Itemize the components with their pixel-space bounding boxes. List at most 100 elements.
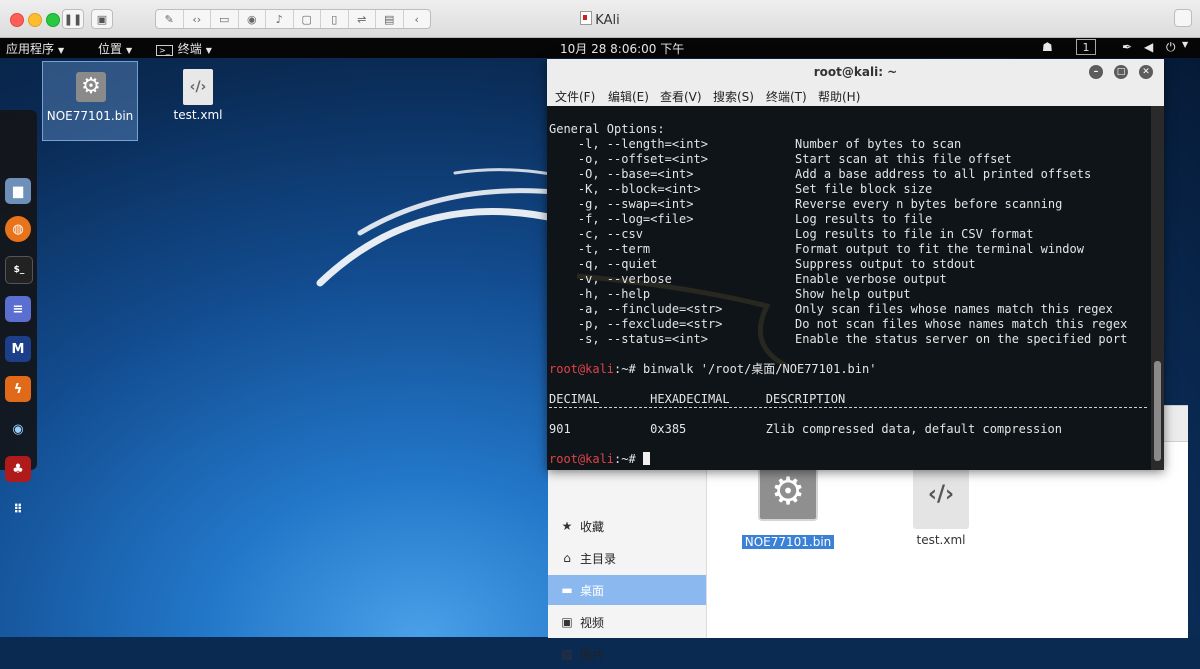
sidebar-item-desktop[interactable]: ▬ 桌面: [548, 575, 706, 605]
volume-icon[interactable]: ◀: [1144, 40, 1153, 54]
fullscreen-button[interactable]: [1174, 9, 1192, 27]
option-description: Add a base address to all printed offset…: [795, 167, 1092, 181]
vm-title: KAli: [0, 11, 1200, 28]
option-description: Log results to file in CSV format: [795, 227, 1034, 241]
option-line: -o, --offset=<int> Start scan at this fil…: [549, 152, 1012, 167]
option-description: Log results to file: [795, 212, 933, 226]
desktop-file-xml[interactable]: ‹/› test.xml: [150, 61, 246, 141]
terminal-prompt-line: root@kali:~# binwalk '/root/桌面/NOE77101.…: [549, 362, 877, 376]
chevron-down-icon: ▼: [58, 46, 65, 55]
terminal-titlebar: root@kali: ~ – □ ✕: [547, 59, 1164, 85]
option-description: Show help output: [795, 287, 911, 301]
option-line: -s, --status=<int> Enable the status serv…: [549, 332, 1127, 347]
minimize-icon[interactable]: –: [1089, 65, 1103, 79]
terminal-output[interactable]: General Options: -l, --length=<int> Numbe…: [547, 106, 1151, 470]
chevron-down-icon: ▼: [126, 46, 133, 55]
file-item-label: NOE77101.bin: [741, 535, 835, 549]
desktop-file-bin[interactable]: ⚙ NOE77101.bin: [42, 61, 138, 141]
option-line: -p, --fexclude=<str> Do not scan files wh…: [549, 317, 1127, 332]
option-description: Enable verbose output: [795, 272, 947, 286]
desktop-file-label: NOE77101.bin: [46, 109, 134, 123]
option-flag: -s, --status=<int>: [549, 332, 708, 346]
sidebar-item-home[interactable]: ⌂ 主目录: [548, 543, 706, 573]
option-flag: -p, --fexclude=<str>: [549, 317, 723, 331]
menu-file[interactable]: 文件(F): [555, 88, 595, 105]
sidebar-item-pictures[interactable]: ▧ 图片: [548, 639, 706, 669]
option-description: Suppress output to stdout: [795, 257, 976, 271]
metasploit-icon[interactable]: M: [5, 336, 31, 362]
clock[interactable]: 10月 28 8:06:00 下午: [560, 40, 684, 57]
picture-icon: ▧: [561, 647, 573, 661]
option-line: -g, --swap=<int> Reverse every n bytes be…: [549, 197, 1062, 212]
option-line: -O, --base=<int> Add a base address to al…: [549, 167, 1091, 182]
result-row: 901 0x385 Zlib compressed data, default …: [549, 422, 1062, 436]
option-line: -q, --quiet Suppress output to stdout: [549, 257, 976, 272]
home-icon: ⌂: [563, 551, 571, 565]
option-description: Set file block size: [795, 182, 933, 196]
code-file-icon: ‹/›: [913, 461, 969, 529]
vm-window-titlebar: ❚❚ ▣ ✎ ‹› ▭ ◉ ♪ ▢ ▯ ⇌ ▤ ‹ KAli: [0, 0, 1200, 38]
workspace-indicator[interactable]: 1: [1076, 39, 1096, 55]
menu-help[interactable]: 帮助(H): [818, 88, 860, 105]
gear-file-icon: ⚙: [758, 461, 818, 521]
file-item-bin[interactable]: ⚙ NOE77101.bin: [733, 461, 843, 549]
option-flag: -v, --verbose: [549, 272, 672, 286]
burpsuite-icon[interactable]: ϟ: [5, 376, 31, 402]
text-cursor: [642, 452, 650, 465]
menu-edit[interactable]: 编辑(E): [608, 88, 649, 105]
code-file-icon: ‹/›: [183, 69, 213, 105]
applications-menu[interactable]: 应用程序 ▼: [6, 40, 64, 57]
star-icon: ★: [561, 519, 573, 533]
scrollbar-thumb[interactable]: [1154, 361, 1161, 461]
option-flag: -O, --base=<int>: [549, 167, 694, 181]
close-icon[interactable]: ✕: [1139, 65, 1153, 79]
places-menu[interactable]: 位置 ▼: [98, 40, 132, 57]
result-divider: [549, 407, 1147, 408]
notes-icon[interactable]: ≡: [5, 296, 31, 322]
menu-view[interactable]: 查看(V): [660, 88, 702, 105]
terminal-menubar: 文件(F) 编辑(E) 查看(V) 搜索(S) 终端(T) 帮助(H): [547, 85, 1164, 107]
option-description: Number of bytes to scan: [795, 137, 962, 151]
cherry-icon[interactable]: ♣: [5, 456, 31, 482]
terminal-app-menu[interactable]: >_ 终端 ▼: [156, 40, 212, 57]
option-line: -K, --block=<int> Set file block size: [549, 182, 932, 197]
option-flag: -o, --offset=<int>: [549, 152, 708, 166]
eye-icon[interactable]: ◉: [5, 416, 31, 442]
video-icon: ▣: [561, 615, 573, 629]
menu-search[interactable]: 搜索(S): [713, 88, 754, 105]
terminal-current-prompt: root@kali:~#: [549, 452, 650, 467]
file-item-xml[interactable]: ‹/› test.xml: [886, 461, 996, 547]
result-header: DECIMAL HEXADECIMAL DESCRIPTION: [549, 392, 846, 406]
option-line: -l, --length=<int> Number of bytes to sca…: [549, 137, 961, 152]
file-manager-sidebar: ★ 收藏 ⌂ 主目录 ▬ 桌面 ▣ 视频 ▧ 图片: [548, 441, 707, 662]
chevron-down-icon[interactable]: ▼: [1182, 40, 1188, 49]
menu-terminal[interactable]: 终端(T): [766, 88, 807, 105]
sidebar-item-videos[interactable]: ▣ 视频: [548, 607, 706, 637]
option-flag: -K, --block=<int>: [549, 182, 701, 196]
power-icon[interactable]: ⏻: [1166, 40, 1176, 55]
option-line: -f, --log=<file> Log results to file: [549, 212, 932, 227]
option-line: -h, --help Show help output: [549, 287, 911, 302]
people-icon[interactable]: ☗: [1042, 40, 1053, 54]
sidebar-item-recent[interactable]: ★ 收藏: [548, 511, 706, 541]
kanxue-watermark: ❄ 看雪: [1010, 553, 1139, 604]
option-description: Only scan files whose names match this r…: [795, 302, 1113, 316]
desktop-file-label: test.xml: [173, 108, 223, 122]
option-description: Start scan at this file offset: [795, 152, 1012, 166]
terminal-scrollbar[interactable]: [1151, 106, 1164, 470]
maximize-icon[interactable]: □: [1114, 65, 1128, 79]
snowflake-icon: ❄: [1010, 553, 1047, 604]
terminal-icon[interactable]: $_: [5, 256, 33, 284]
gnome-top-bar: 应用程序 ▼ 位置 ▼ >_ 终端 ▼ 10月 28 8:06:00 下午 ☗ 1 ✒ …: [0, 38, 1200, 58]
terminal-small-icon: >_: [156, 45, 173, 56]
option-flag: -q, --quiet: [549, 257, 658, 271]
firefox-icon[interactable]: ◍: [5, 216, 31, 242]
files-icon[interactable]: ▆: [5, 178, 31, 204]
option-flag: -l, --length=<int>: [549, 137, 708, 151]
option-flag: -h, --help: [549, 287, 651, 301]
option-flag: -g, --swap=<int>: [549, 197, 694, 211]
terminal-line: General Options:: [549, 122, 665, 136]
app-grid-icon[interactable]: ⠿: [5, 496, 31, 522]
option-flag: -a, --finclude=<str>: [549, 302, 723, 316]
pen-icon[interactable]: ✒: [1122, 40, 1132, 54]
